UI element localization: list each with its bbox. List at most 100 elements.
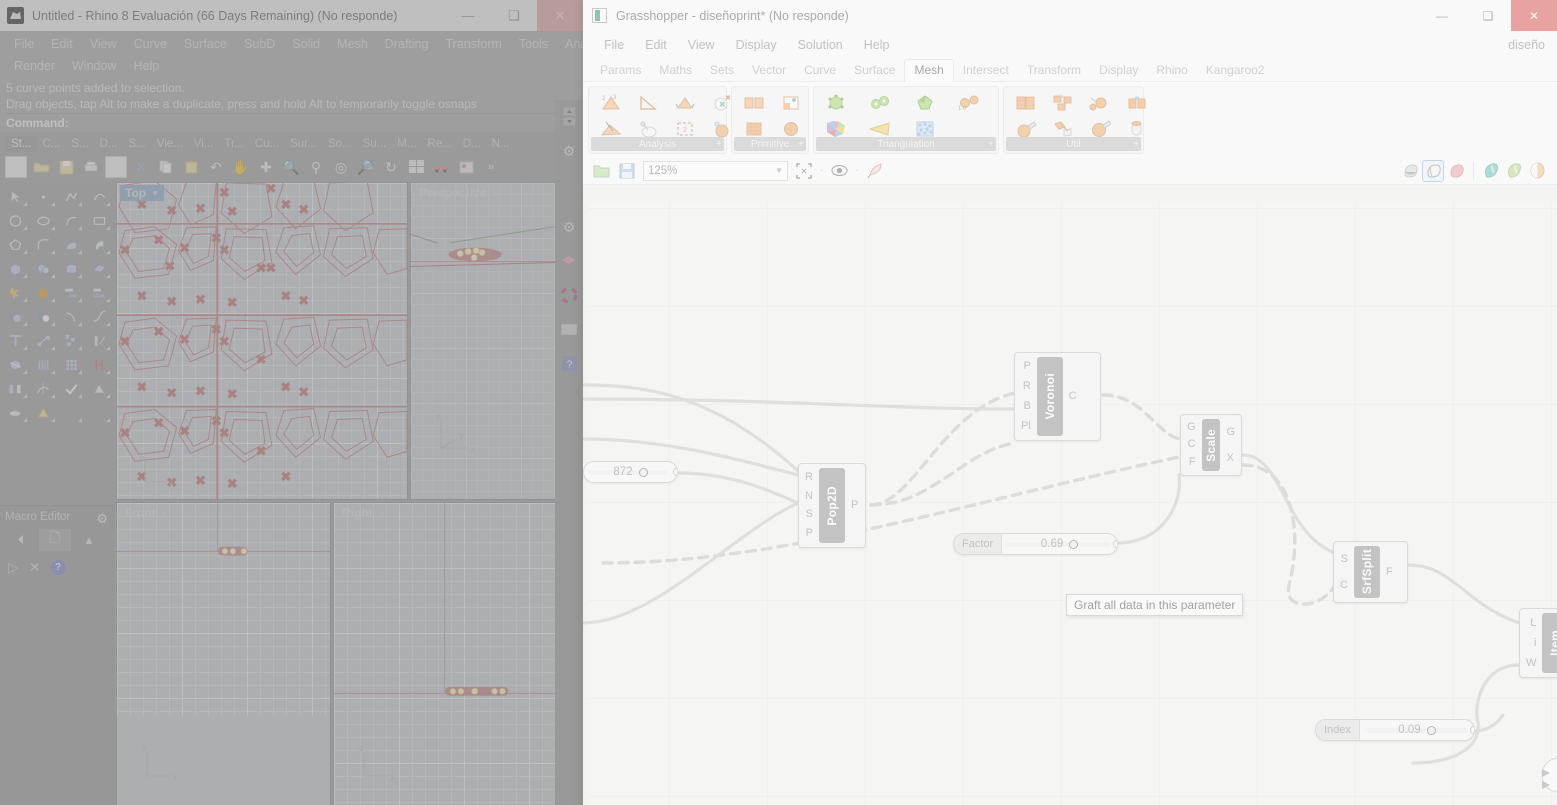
color-wheel-icon[interactable] — [555, 278, 583, 312]
gh-menu-solution[interactable]: Solution — [789, 38, 855, 52]
ribbon-group-util[interactable]: Util + — [1003, 86, 1146, 154]
gh-menu-file[interactable]: File — [595, 38, 636, 52]
flow-along-curve-icon[interactable] — [30, 377, 58, 401]
layers-icon[interactable] — [555, 244, 583, 278]
undo-icon[interactable]: ↶ — [205, 156, 227, 178]
text-tool-icon[interactable] — [2, 329, 30, 353]
viewport-label-front[interactable]: Front ▼ — [120, 505, 174, 521]
srfsplit-input-S[interactable]: S — [1335, 553, 1354, 566]
srfsplit-input-C[interactable]: C — [1334, 579, 1354, 592]
select-arrow-icon[interactable] — [2, 185, 30, 209]
help-icon[interactable]: ? — [555, 346, 583, 380]
chevron-down-icon[interactable]: ▼ — [148, 189, 162, 198]
rhino-menu-mesh[interactable]: Mesh — [329, 35, 377, 53]
pop2d-input-R[interactable]: R — [799, 471, 819, 484]
polygon-icon[interactable] — [2, 233, 30, 257]
expand-group-icon[interactable]: + — [716, 139, 722, 150]
rhino-toolbar-tab-2[interactable]: C... — [37, 136, 66, 152]
rhino-menu-transform[interactable]: Transform — [437, 35, 511, 53]
expand-group-icon[interactable]: + — [988, 139, 994, 150]
component-name-bar[interactable]: Pop2D — [818, 468, 845, 543]
open-document-icon[interactable] — [591, 161, 611, 181]
tab-maths[interactable]: Maths — [650, 60, 701, 81]
run-play-icon[interactable]: ▷ — [8, 559, 19, 576]
rhino-window[interactable]: Untitled - Rhino 8 Evaluación (66 Days R… — [0, 0, 583, 805]
rhino-menu-analyze[interactable]: Analyze — [557, 35, 583, 53]
display-mode-buttons[interactable] — [1400, 159, 1557, 182]
voronoi-output-C[interactable]: C — [1063, 390, 1083, 403]
rhino-toolbar-tab-standard[interactable]: St... — [6, 136, 38, 152]
tab-rhino[interactable]: Rhino — [1147, 60, 1196, 81]
tab-vector[interactable]: Vector — [743, 60, 795, 81]
macro-editor-tabs[interactable]: ⏴ 🗋 ▴ — [0, 523, 115, 551]
slider-track[interactable]: 872 — [584, 462, 677, 482]
viewport-perspective[interactable]: z y x Perspective ▼ — [410, 182, 556, 500]
component-name-bar[interactable]: Item — [1542, 613, 1557, 673]
gh-minimize-button[interactable]: — — [1419, 0, 1465, 31]
render-preview-icon[interactable] — [455, 156, 477, 178]
boolean-intersect-icon[interactable] — [2, 305, 30, 329]
mesh-weld-vertices-icon[interactable] — [1082, 90, 1118, 115]
copy-icon[interactable] — [155, 156, 177, 178]
profiler-icon[interactable] — [1481, 161, 1501, 181]
rhino-toolbar-tab-15[interactable]: D... — [458, 136, 487, 152]
scale-input-F[interactable]: F — [1183, 456, 1202, 469]
rhino-main-toolbar[interactable]: ✕ ↶ ✋ ✚ 🔍 ⚲ ◎ 🔎 ↻ » — [0, 152, 583, 182]
tab-sets[interactable]: Sets — [701, 60, 743, 81]
dimension-icon[interactable] — [85, 353, 113, 377]
rhino-menu-help[interactable]: Help — [125, 57, 168, 75]
contour-icon[interactable] — [30, 353, 58, 377]
pop2d-input-P[interactable]: P — [800, 527, 819, 540]
output-nub[interactable] — [1470, 725, 1474, 735]
render-icon[interactable] — [430, 156, 452, 178]
surface-from-curves-icon[interactable] — [58, 233, 86, 257]
mesh-colours-icon[interactable] — [773, 90, 809, 115]
slider-872[interactable]: 872 — [583, 461, 678, 483]
output-nub[interactable] — [1113, 539, 1117, 549]
viewport-right[interactable]: z y Right ▼ — [333, 502, 556, 805]
extrude-surface-icon[interactable] — [85, 257, 113, 281]
rhino-menu-render[interactable]: Render — [6, 57, 64, 75]
slider-knob[interactable] — [1426, 725, 1436, 735]
viewport-label-top[interactable]: Top ▼ — [120, 185, 165, 201]
rhino-menu-drafting[interactable]: Drafting — [377, 35, 438, 53]
rhino-menu-edit[interactable]: Edit — [43, 35, 82, 53]
gumball-icon[interactable]: ✚ — [255, 156, 277, 178]
chevron-down-icon[interactable]: ▼ — [375, 509, 389, 518]
cone-icon[interactable] — [30, 401, 58, 425]
ribbon-group-analysis[interactable]: 23 2 ✖ ✖ Analysis + — [588, 86, 731, 154]
tab-transform[interactable]: Transform — [1018, 60, 1090, 81]
rhino-command-area[interactable]: 5 curve points added to selection. Drag … — [0, 77, 583, 132]
slider-track[interactable]: 0.09 — [1360, 720, 1474, 740]
rhino-command-prompt[interactable]: Command: — [6, 113, 583, 132]
rhino-toolbar-tab-12[interactable]: Su... — [358, 136, 393, 152]
print-icon[interactable] — [80, 156, 102, 178]
rhino-menu-file[interactable]: File — [6, 35, 43, 53]
rhino-menu-window[interactable]: Window — [64, 57, 125, 75]
component-scale[interactable]: G C F Scale G X — [1180, 414, 1242, 476]
sweep-surface-icon[interactable] — [85, 233, 113, 257]
ribbon-group-primitive[interactable]: Primitive + — [731, 86, 809, 154]
mesh-plane-icon[interactable] — [736, 90, 772, 115]
scale-output-X[interactable]: X — [1220, 452, 1239, 465]
component-name-bar[interactable]: SrfSplit — [1353, 546, 1380, 598]
rhino-toolbar-tab-5[interactable]: S... — [124, 136, 152, 152]
copy-page-icon[interactable] — [105, 156, 127, 178]
bake-feather-icon[interactable] — [865, 161, 885, 181]
draw-icons-icon[interactable] — [1504, 161, 1524, 181]
mesh-from-surface-icon[interactable] — [2, 401, 30, 425]
rotate-view-icon[interactable]: ↻ — [380, 156, 402, 178]
voronoi-input-P[interactable]: P — [1017, 360, 1036, 373]
preview-off-icon[interactable] — [1446, 161, 1466, 181]
panel-icon[interactable] — [555, 312, 583, 346]
rhino-toolbar-tab-4[interactable]: D... — [95, 136, 124, 152]
rhino-toolbar-tabs[interactable]: St... C... S... D... S... Vie... Vi... T… — [0, 132, 583, 152]
rhino-menu-surface[interactable]: Surface — [176, 35, 236, 53]
component-voronoi[interactable]: P R B Pl Voronoi C — [1014, 352, 1101, 441]
convex-hull-icon[interactable] — [818, 90, 854, 115]
item-input-i[interactable]: i — [1528, 637, 1542, 650]
slider-factor[interactable]: Factor 0.69 — [953, 533, 1118, 555]
gh-menu-edit[interactable]: Edit — [636, 38, 679, 52]
face-normals-icon[interactable] — [630, 90, 666, 115]
grasshopper-ribbon[interactable]: 23 2 ✖ ✖ Analysis + Primitive + 1.0 Tria… — [583, 82, 1557, 157]
